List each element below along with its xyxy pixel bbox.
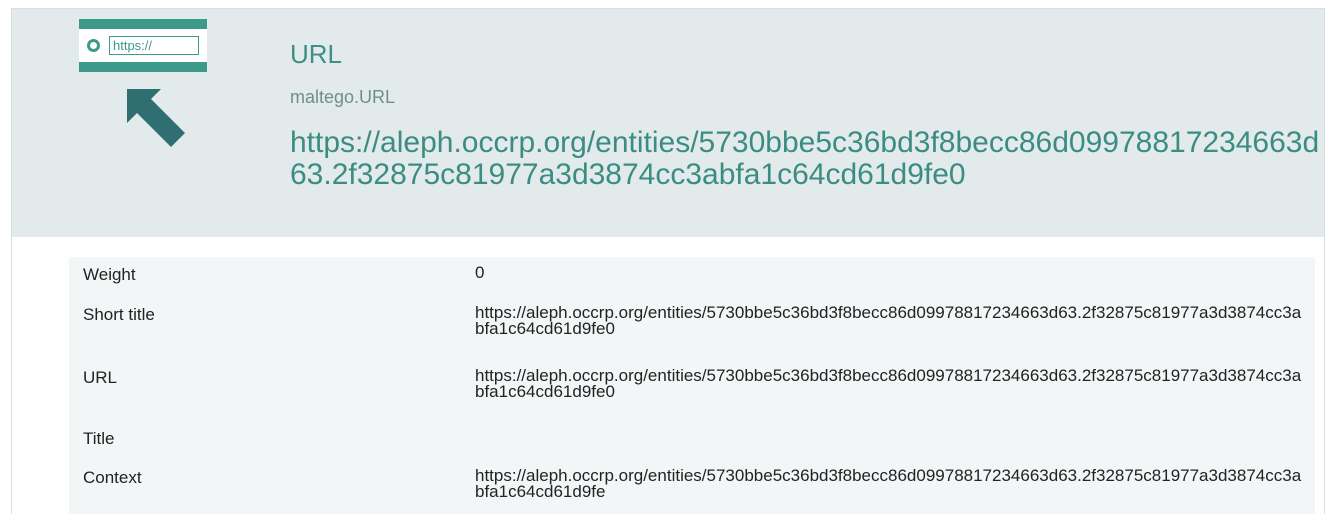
property-label: Title: [83, 429, 115, 448]
entity-header: https:// URL maltego.URL https://aleph.o…: [12, 9, 1324, 237]
property-value: https://aleph.occrp.org/entities/5730bbe…: [475, 303, 1302, 338]
entity-value-link[interactable]: https://aleph.occrp.org/entities/5730bbe…: [290, 127, 1322, 191]
entity-type-icon: https://: [79, 19, 209, 147]
badge-url-text: https://: [109, 36, 199, 55]
radio-dot-icon: [87, 39, 100, 52]
property-label: Context: [83, 468, 142, 487]
property-label: URL: [83, 368, 118, 387]
entity-type-name: URL: [290, 39, 343, 69]
property-label: Weight: [83, 265, 136, 284]
property-label: Short title: [83, 305, 155, 324]
property-value: https://aleph.occrp.org/entities/5730bbe…: [475, 366, 1302, 401]
property-value: 0: [475, 263, 485, 282]
entity-type-id: maltego.URL: [290, 87, 396, 107]
properties-table: Weight 0 Short title https://aleph.occrp…: [69, 257, 1315, 514]
arrow-up-left-icon: [127, 89, 185, 147]
property-value: https://aleph.occrp.org/entities/5730bbe…: [475, 466, 1302, 501]
url-badge-icon: https://: [79, 19, 207, 72]
